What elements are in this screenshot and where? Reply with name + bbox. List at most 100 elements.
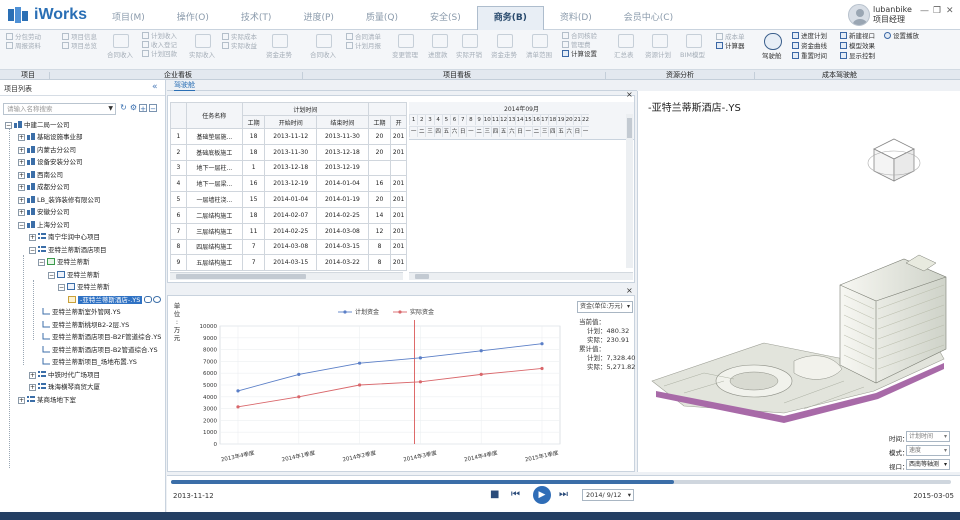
ribbon-project-overview[interactable]: 项目总览	[62, 42, 97, 51]
tree-node[interactable]: + 内蒙古分公司	[18, 145, 76, 155]
calendar-scrollbar[interactable]	[409, 272, 633, 280]
tree-node[interactable]: + 成都分公司	[18, 182, 70, 192]
list-scope-icon[interactable]	[532, 34, 548, 48]
menu-business[interactable]: 商务(B)	[476, 6, 544, 30]
ribbon-schedule-plan[interactable]: 进度计划	[792, 32, 827, 41]
contract-income-icon[interactable]	[113, 34, 129, 48]
ribbon-calculator[interactable]: 计算器	[716, 42, 745, 51]
menu-quality[interactable]: 质量(Q)	[350, 0, 414, 30]
gear-icon[interactable]: ⚙	[129, 103, 138, 113]
tree-node[interactable]: 亚特兰蒂斯桃坝B2-2层.YS	[42, 320, 129, 330]
collapse-all-icon[interactable]: −	[149, 104, 157, 113]
contract-income-2-icon[interactable]	[316, 34, 332, 48]
rewind-icon[interactable]: ⏮	[511, 488, 520, 502]
tree-node[interactable]: + 安徽分公司	[18, 207, 70, 217]
menu-project[interactable]: 项目(M)	[96, 0, 161, 30]
table-row[interactable]: 9 五层结构施工 7 2014-03-15 2014-03-22 8 201	[170, 254, 407, 272]
ribbon-contract-check[interactable]: 合同核验	[562, 32, 597, 41]
table-row[interactable]: 6 二层结构施工 18 2014-02-07 2014-02-25 14 201	[170, 206, 407, 224]
close-icon[interactable]: ×	[626, 90, 633, 99]
ribbon-new-viewport[interactable]: 新建视口	[840, 32, 875, 41]
tree-node-selected[interactable]: -亚特兰蒂斯酒店-.YS	[68, 295, 162, 305]
ribbon-project-info[interactable]: 项目信息	[62, 33, 97, 42]
minimize-icon[interactable]: —	[920, 6, 929, 16]
restore-icon[interactable]: ❐	[933, 6, 941, 16]
tree-node[interactable]: − 亚特兰蒂斯酒店项目	[29, 245, 107, 255]
bim-model-icon[interactable]	[686, 34, 702, 48]
table-row[interactable]: 8 四层结构施工 7 2014-03-08 2014-03-15 8 201	[170, 238, 407, 256]
expand-all-icon[interactable]: +	[139, 104, 147, 113]
table-row[interactable]: 3 地下一层柱... 1 2013-12-18 2013-12-19	[170, 159, 407, 177]
tab-cockpit[interactable]: 驾驶舱	[174, 81, 195, 91]
chevron-down-icon[interactable]: ▼	[108, 104, 113, 114]
actual-income-icon[interactable]	[195, 34, 211, 48]
tree-node[interactable]: − 亚特兰蒂斯	[38, 257, 90, 267]
menu-technology[interactable]: 技术(T)	[225, 0, 288, 30]
play-button[interactable]: ▶	[533, 486, 551, 504]
table-scrollbar[interactable]	[170, 272, 403, 280]
ribbon-actual-cost[interactable]: 实际成本	[222, 33, 257, 42]
menu-operation[interactable]: 操作(O)	[161, 0, 225, 30]
ribbon-contract-list[interactable]: 合同清单	[346, 33, 381, 42]
table-row[interactable]: 5 一层墙柱浇... 15 2014-01-04 2014-01-19 20 201	[170, 191, 407, 208]
tree-node[interactable]: + 中铁时代广场项目	[29, 370, 100, 380]
metric-select[interactable]: 资金(单位:万元) ▾	[577, 301, 633, 313]
ribbon-model-effect[interactable]: 模型效果	[840, 42, 875, 51]
ribbon-plan-monthly[interactable]: 计划月报	[346, 42, 381, 51]
resource-plan-icon[interactable]	[652, 34, 668, 48]
tree-node[interactable]: + LB_装饰装修有限公司	[18, 195, 100, 205]
avatar[interactable]	[848, 4, 870, 26]
vertical-scrollbar[interactable]	[626, 114, 633, 268]
ribbon-weekly-report[interactable]: 周报资料	[6, 42, 41, 51]
time-select[interactable]: 计划时间 ▾	[906, 431, 950, 442]
ribbon-calc-settings[interactable]: 计算设置	[562, 50, 597, 59]
mode-select[interactable]: 速度 ▾	[906, 445, 950, 456]
refresh-icon[interactable]: ↻	[119, 103, 128, 113]
tree-node[interactable]: 亚特兰蒂斯酒店项目-B2管道综合.YS	[42, 345, 158, 355]
ribbon-plan-income[interactable]: 计划收入	[142, 32, 177, 41]
fast-forward-icon[interactable]: ⏭	[559, 488, 568, 502]
tree-node[interactable]: − 中建二局一公司	[5, 120, 70, 130]
tree-node[interactable]: − 上海分公司	[18, 220, 70, 230]
tree-node[interactable]: 亚特兰蒂斯项目_场地布置.YS	[42, 357, 137, 367]
table-row[interactable]: 1 基础垫层施... 18 2013-11-12 2013-11-30 20 201	[170, 128, 407, 145]
ribbon-income-register[interactable]: 收入登记	[142, 41, 177, 50]
current-date-picker[interactable]: 2014/ 9/12 ▾	[582, 489, 634, 501]
ribbon-reset-time[interactable]: 重置时间	[792, 52, 827, 61]
ribbon-fund-curve[interactable]: 资金曲线	[792, 42, 827, 51]
tree-node[interactable]: − 亚特兰蒂斯	[48, 270, 100, 280]
close-icon[interactable]: ✕	[946, 6, 954, 16]
ribbon-mgmt-fee[interactable]: 管理费	[562, 41, 591, 50]
close-icon[interactable]: ×	[626, 286, 633, 295]
summary-table-icon[interactable]	[618, 34, 634, 48]
actual-spend-icon[interactable]	[462, 34, 478, 48]
tree-node[interactable]: 亚特兰蒂斯室外管网.YS	[42, 307, 121, 317]
search-input[interactable]: 请输入名称搜索 ▼	[3, 103, 116, 115]
ribbon-plan-payment[interactable]: 计划回款	[142, 50, 177, 59]
menu-member-center[interactable]: 会员中心(C)	[608, 0, 689, 30]
more-icon[interactable]	[153, 295, 162, 303]
tree-node[interactable]: + 南宁华润中心项目	[29, 232, 100, 242]
tree-node[interactable]: − 亚特兰蒂斯	[58, 282, 110, 292]
view-cube-icon[interactable]	[866, 133, 922, 189]
model-viewer[interactable]: -亚特兰蒂斯酒店-.YS 时间： 计划时间 ▾ 模式： 速度 ▾ 视口： 西南等轴测…	[637, 91, 960, 472]
ribbon-playback-settings[interactable]: 设置播放	[884, 32, 919, 41]
table-row[interactable]: 4 地下一层梁... 16 2013-12-19 2014-01-04 16 201	[170, 175, 407, 193]
ribbon-display-control[interactable]: 显示控制	[840, 52, 875, 61]
menu-schedule[interactable]: 进度(P)	[287, 0, 349, 30]
menu-documents[interactable]: 资料(D)	[544, 0, 608, 30]
tree-node[interactable]: + 某商场地下室	[18, 395, 76, 405]
change-mgmt-icon[interactable]	[398, 34, 414, 48]
fund-trend-icon[interactable]	[272, 34, 288, 48]
table-row[interactable]: 2 基础底板施工 18 2013-11-30 2013-12-18 20 201	[170, 143, 407, 161]
tree-node[interactable]: + 基础设施事业部	[18, 132, 83, 142]
tree-node[interactable]: 亚特兰蒂斯酒店项目-B2F管道综合.YS	[42, 332, 161, 342]
viewport-select[interactable]: 西南等轴测 ▾	[906, 459, 950, 470]
tree-node[interactable]: + 设备安装分公司	[18, 157, 83, 167]
ribbon-actual-profit[interactable]: 实际收益	[222, 42, 257, 51]
cockpit-icon[interactable]	[764, 33, 782, 50]
stop-icon[interactable]: ■	[490, 488, 499, 502]
progress-payment-icon[interactable]	[432, 34, 448, 48]
tree-node[interactable]: + 珠海横琴商贸大厦	[29, 382, 100, 392]
fund-trend-2-icon[interactable]	[497, 34, 513, 48]
